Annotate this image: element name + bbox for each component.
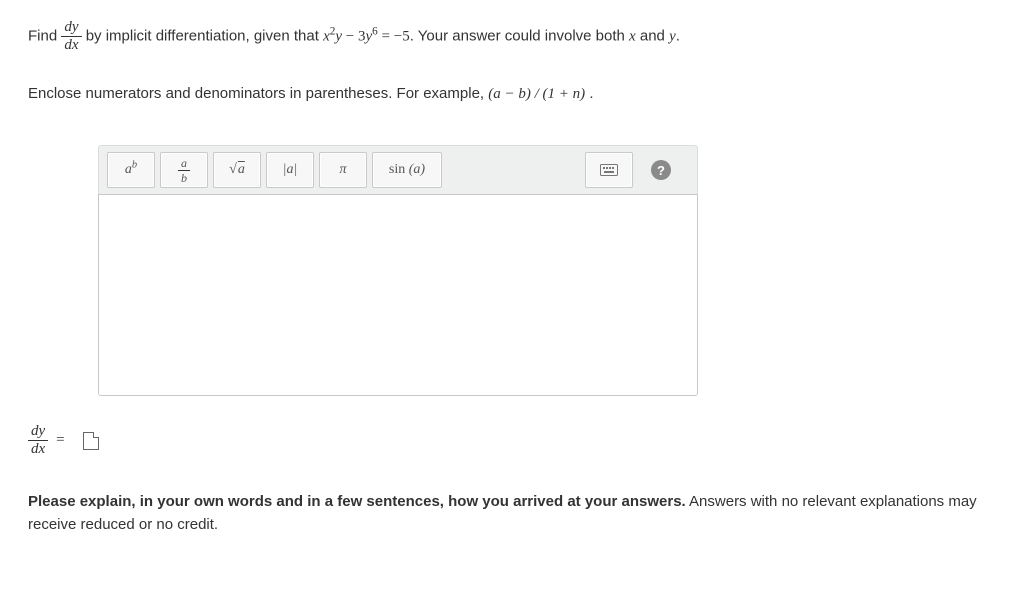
q-mid: by implicit differentiation, given that (86, 27, 323, 44)
instr-example: (a − b) / (1 + n) (488, 86, 585, 102)
q-tail: . Your answer could involve both (410, 27, 629, 44)
instr-a: Enclose numerators and denominators in p… (28, 85, 488, 102)
answer-line: dy dx = (28, 424, 996, 457)
equation-input[interactable] (98, 194, 698, 396)
q-period: . (676, 27, 680, 44)
power-button[interactable]: ab (107, 152, 155, 188)
dy-dx-fraction: dy dx (61, 20, 81, 53)
question-text: Find dy dx by implicit differentiation, … (28, 20, 996, 53)
editor-toolbar: ab a b √a |a| π sin (a) (98, 145, 698, 194)
pi-button[interactable]: π (319, 152, 367, 188)
instruction-text: Enclose numerators and denominators in p… (28, 79, 996, 109)
keyboard-icon (600, 164, 618, 176)
var-y: y (669, 28, 676, 44)
explanation-prompt: Please explain, in your own words and in… (28, 491, 996, 536)
help-icon: ? (651, 160, 671, 180)
instr-b: . (589, 85, 593, 102)
var-x: x (629, 28, 636, 44)
sin-button[interactable]: sin (a) (372, 152, 442, 188)
eq-x: x (323, 28, 330, 44)
answer-dy-dx: dy dx (28, 424, 48, 457)
answer-equals: = (56, 432, 64, 449)
fraction-button[interactable]: a b (160, 152, 208, 188)
eq-minus: − 3 (342, 28, 365, 44)
answer-placeholder-icon[interactable] (83, 432, 99, 450)
q-and: and (636, 27, 669, 44)
explain-bold: Please explain, in your own words and in… (28, 493, 686, 510)
sqrt-button[interactable]: √a (213, 152, 261, 188)
abs-button[interactable]: |a| (266, 152, 314, 188)
equation-editor: ab a b √a |a| π sin (a) (98, 145, 698, 396)
help-button[interactable]: ? (638, 153, 684, 187)
q-lead: Find (28, 27, 61, 44)
eq-rhs: = −5 (378, 28, 410, 44)
keyboard-button[interactable] (585, 152, 633, 188)
